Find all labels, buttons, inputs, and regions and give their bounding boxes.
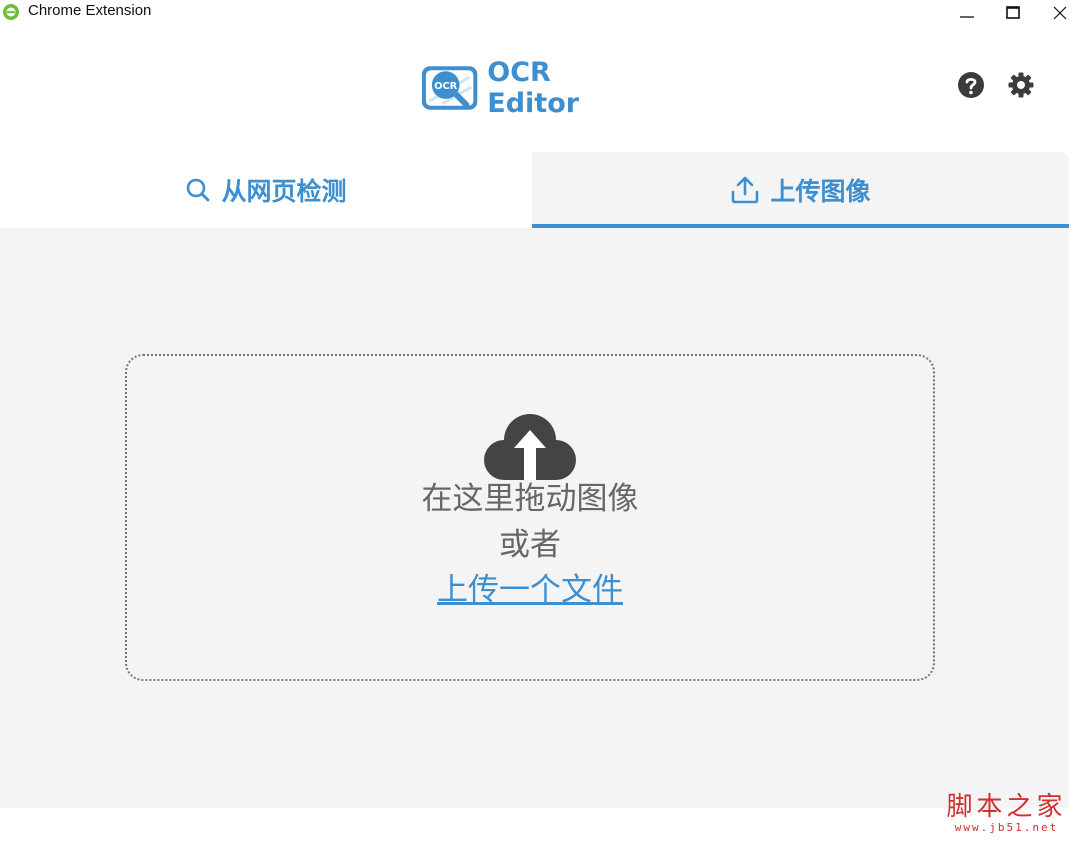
maximize-button[interactable] — [990, 0, 1036, 26]
tab-upload-image[interactable]: 上传图像 — [532, 152, 1069, 228]
gear-icon — [1008, 72, 1034, 98]
watermark-url: www.jb51.net — [954, 821, 1059, 834]
or-text: 或者 — [499, 527, 561, 563]
minimize-button[interactable] — [944, 0, 990, 26]
tab-detect-label: 从网页检测 — [221, 177, 347, 206]
question-circle-icon — [958, 72, 984, 98]
upload-file-link[interactable]: 上传一个文件 — [437, 568, 623, 612]
tab-detect-from-page[interactable]: 从网页检测 — [0, 152, 532, 228]
title-bar: Chrome Extension — [0, 0, 1081, 26]
logo-title: OCR Editor — [487, 57, 580, 119]
minimize-icon — [960, 16, 974, 18]
ocr-logo-icon: OCR — [421, 66, 478, 110]
maximize-icon — [1006, 6, 1020, 19]
cloud-upload-icon — [484, 414, 576, 480]
upload-panel: 在这里拖动图像 或者 上传一个文件 — [0, 228, 1069, 808]
app-logo: OCR OCR Editor — [420, 57, 650, 119]
drop-instruction: 在这里拖动图像 — [421, 481, 639, 517]
help-button[interactable] — [957, 71, 985, 99]
logo-badge-text: OCR — [434, 81, 458, 92]
tab-upload-label: 上传图像 — [770, 177, 871, 206]
close-button[interactable] — [1037, 0, 1081, 26]
close-icon — [1053, 6, 1067, 20]
watermark: 脚本之家 www.jb51.net — [944, 792, 1069, 834]
window-title: Chrome Extension — [28, 2, 152, 19]
settings-button[interactable] — [1007, 71, 1035, 99]
upload-icon — [732, 176, 759, 204]
chrome-ie-icon — [2, 3, 20, 21]
image-dropzone[interactable]: 在这里拖动图像 或者 上传一个文件 — [125, 354, 935, 681]
watermark-main: 脚本之家 — [946, 792, 1067, 822]
search-icon — [187, 178, 210, 202]
